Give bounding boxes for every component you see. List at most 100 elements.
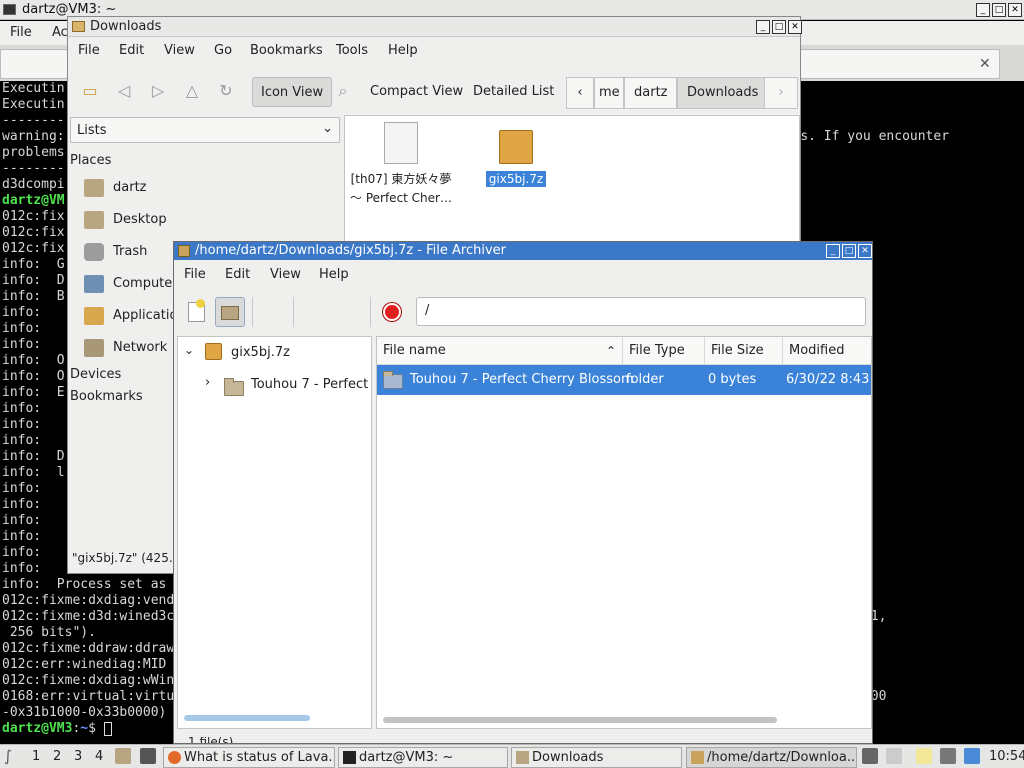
- maximize-button[interactable]: □: [772, 20, 786, 34]
- display-icon[interactable]: [940, 748, 956, 764]
- app-menu-icon[interactable]: ∫: [4, 747, 12, 765]
- downloads-toolbar: ▭ ◁ ▷ △ ↻ Icon View ⌕ Compact View Detai…: [68, 73, 800, 111]
- column-header-file-name[interactable]: File name ⌃: [377, 337, 623, 365]
- open-archive-button[interactable]: [215, 297, 245, 327]
- desktop-folder-icon: [84, 211, 104, 229]
- workspace-3[interactable]: 3: [74, 749, 82, 764]
- terminal-window-buttons: _ □ ✕: [976, 3, 1022, 17]
- close-button[interactable]: ✕: [788, 20, 802, 34]
- downloads-titlebar[interactable]: Downloads _ □ ✕: [68, 17, 802, 37]
- show-desktop-icon[interactable]: [140, 748, 156, 764]
- devices-heading[interactable]: Devices: [70, 367, 121, 382]
- table-row[interactable]: Touhou 7 - Perfect Cherry Blossom folder…: [377, 365, 871, 395]
- sidebar-item-label: Applicatio: [113, 308, 178, 323]
- minimize-button[interactable]: _: [976, 3, 990, 17]
- detailed-list-button[interactable]: Detailed List: [465, 77, 562, 107]
- notification-icon[interactable]: [964, 748, 980, 764]
- breadcrumb-downloads[interactable]: Downloads: [677, 77, 769, 109]
- home-folder-icon: [84, 179, 104, 197]
- bookmarks-heading[interactable]: Bookmarks: [70, 389, 143, 404]
- chevron-down-icon[interactable]: ⌄: [184, 343, 194, 357]
- maximize-button[interactable]: □: [842, 244, 856, 258]
- terminal-icon: [3, 4, 16, 15]
- sort-ascending-icon: ⌃: [605, 344, 616, 358]
- tree-item-root[interactable]: ⌄ gix5bj.7z: [178, 339, 371, 367]
- volume-icon[interactable]: [886, 748, 902, 764]
- reload-icon[interactable]: ↻: [216, 81, 236, 101]
- lists-label: Lists: [77, 123, 107, 138]
- chevron-right-icon[interactable]: ›: [205, 375, 210, 390]
- terminal-menu-actions[interactable]: Ac: [52, 25, 68, 40]
- file-manager-launcher-icon[interactable]: [115, 748, 131, 764]
- tree-item-folder[interactable]: › Touhou 7 - Perfect Ch: [178, 371, 371, 399]
- close-button[interactable]: ✕: [1008, 3, 1022, 17]
- file-list[interactable]: File name ⌃ File Type File Size Modified…: [376, 336, 872, 729]
- menu-edit[interactable]: Edit: [119, 43, 144, 58]
- column-header-file-type[interactable]: File Type: [623, 337, 705, 365]
- menu-bookmarks[interactable]: Bookmarks: [250, 43, 323, 58]
- terminal-menu-file[interactable]: File: [10, 25, 32, 40]
- zoom-icon[interactable]: ⌕: [333, 81, 353, 101]
- column-header-modified[interactable]: Modified: [783, 337, 871, 365]
- chevron-down-icon: ⌄: [322, 121, 333, 136]
- menu-view[interactable]: View: [164, 43, 195, 58]
- menu-file[interactable]: File: [184, 267, 206, 282]
- minimize-button[interactable]: _: [756, 20, 770, 34]
- task-label: /home/dartz/Downloa...: [707, 750, 857, 765]
- archiver-title: /home/dartz/Downloads/gix5bj.7z - File A…: [195, 243, 506, 258]
- file-item-selected[interactable]: gix5bj.7z: [479, 122, 553, 187]
- file-item[interactable]: [th07] 東方妖々夢 〜 Perfect Cher…: [349, 122, 453, 208]
- folder-tree[interactable]: ⌄ gix5bj.7z › Touhou 7 - Perfect Ch: [177, 336, 372, 729]
- archiver-titlebar[interactable]: /home/dartz/Downloads/gix5bj.7z - File A…: [174, 242, 872, 260]
- archive-icon: [691, 751, 704, 764]
- menu-help[interactable]: Help: [388, 43, 418, 58]
- workspace-1[interactable]: 1: [32, 749, 40, 764]
- clock: 10:54: [989, 749, 1024, 764]
- maximize-button[interactable]: □: [992, 3, 1006, 17]
- terminal-cursor: [103, 721, 112, 736]
- menu-go[interactable]: Go: [214, 43, 232, 58]
- new-archive-button[interactable]: [182, 297, 212, 327]
- list-scrollbar[interactable]: [383, 717, 777, 723]
- up-icon[interactable]: △: [182, 81, 202, 101]
- clipboard-icon[interactable]: [916, 748, 932, 764]
- new-folder-icon[interactable]: ▭: [80, 81, 100, 101]
- terminal-icon: [343, 751, 356, 764]
- archive-package-icon: [499, 122, 533, 164]
- network-folder-icon: [84, 339, 104, 357]
- task-file-archiver[interactable]: /home/dartz/Downloa...: [686, 747, 857, 768]
- menu-file[interactable]: File: [78, 43, 100, 58]
- sidebar-item-label: Trash: [113, 244, 148, 259]
- icon-view-button[interactable]: Icon View: [252, 77, 333, 107]
- menu-help[interactable]: Help: [319, 267, 349, 282]
- breadcrumb-dartz[interactable]: dartz: [624, 77, 678, 109]
- back-icon[interactable]: ◁: [114, 81, 134, 101]
- toolbar-separator: [370, 297, 371, 327]
- text-document-icon: [384, 122, 418, 164]
- tree-scrollbar[interactable]: [184, 715, 310, 721]
- task-downloads[interactable]: Downloads: [511, 747, 682, 768]
- workspace-2[interactable]: 2: [53, 749, 61, 764]
- breadcrumb-home[interactable]: me: [594, 77, 624, 109]
- workspace-4[interactable]: 4: [95, 749, 103, 764]
- task-terminal[interactable]: dartz@VM3: ~: [338, 747, 508, 768]
- menu-tools[interactable]: Tools: [336, 43, 368, 58]
- column-header-file-size[interactable]: File Size: [705, 337, 783, 365]
- minimize-button[interactable]: _: [826, 244, 840, 258]
- task-firefox[interactable]: What is status of Lava...: [163, 747, 335, 768]
- breadcrumb-forward-button[interactable]: ›: [764, 77, 798, 109]
- row-file-type: folder: [626, 372, 664, 387]
- breadcrumb-back-button[interactable]: ‹: [566, 77, 594, 109]
- menu-view[interactable]: View: [270, 267, 301, 282]
- location-input[interactable]: /: [416, 297, 866, 326]
- lists-dropdown[interactable]: Lists ⌄: [70, 117, 340, 143]
- compact-view-button[interactable]: Compact View: [362, 77, 471, 107]
- menu-edit[interactable]: Edit: [225, 267, 250, 282]
- screenshot-icon[interactable]: [862, 748, 878, 764]
- archiver-status: 1 file(s): [188, 737, 233, 743]
- sidebar-item-label: Desktop: [113, 212, 167, 227]
- close-button[interactable]: ✕: [858, 244, 872, 258]
- stop-button[interactable]: [377, 297, 407, 327]
- forward-icon[interactable]: ▷: [148, 81, 168, 101]
- close-tab-icon[interactable]: ✕: [979, 56, 991, 72]
